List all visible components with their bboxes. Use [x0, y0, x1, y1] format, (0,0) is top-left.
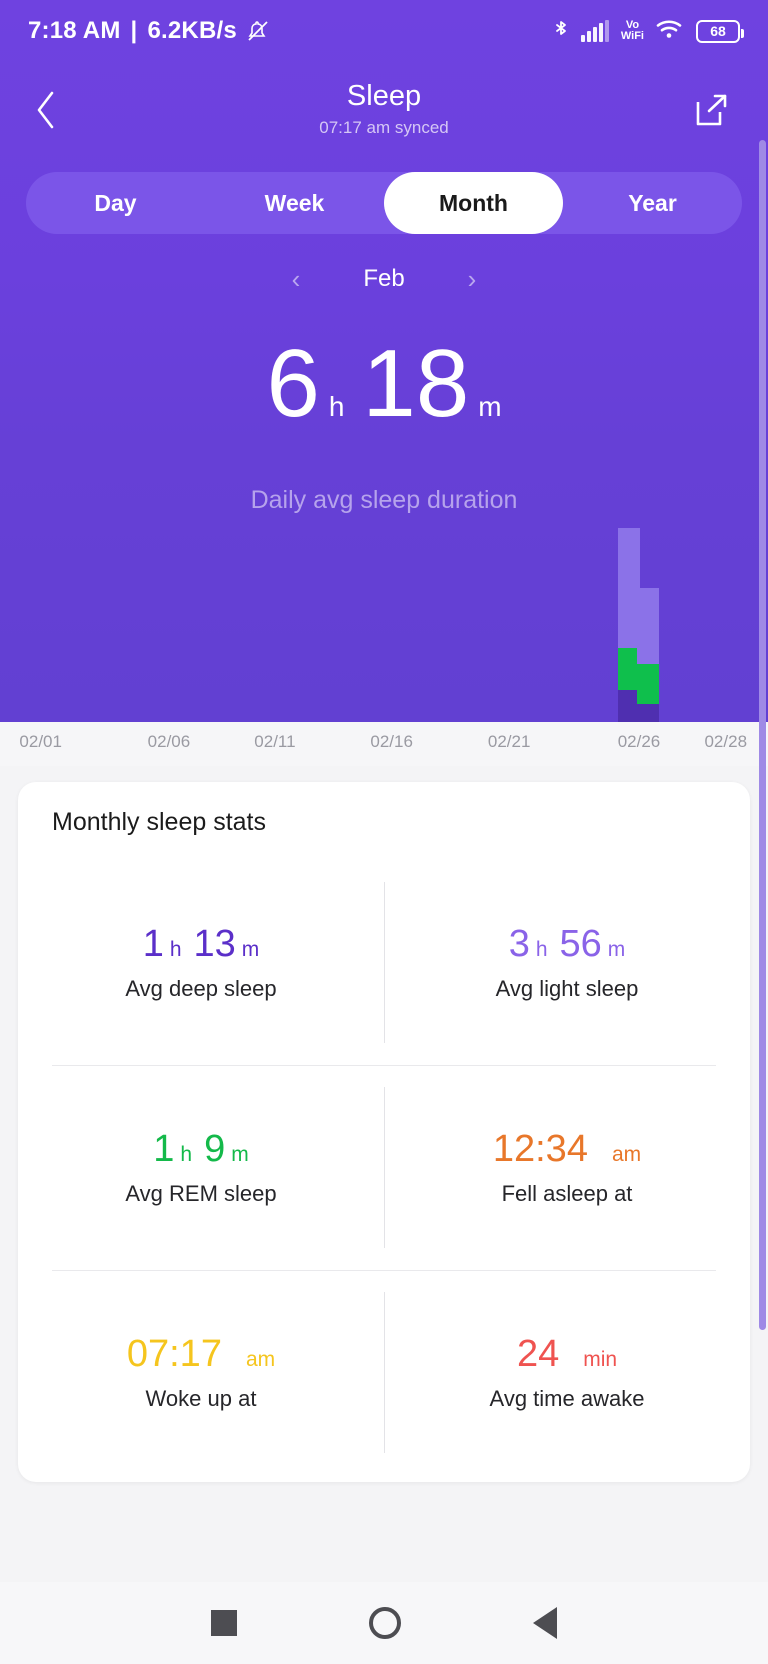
stat-avg-rem-sleep: 1 h 9 m Avg REM sleep	[18, 1065, 384, 1270]
stat-label: Fell asleep at	[501, 1181, 633, 1206]
header-title-group: Sleep 07:17 am synced	[0, 78, 768, 141]
axis-tick-label: 02/16	[370, 732, 413, 751]
stat-label: Avg time awake	[489, 1386, 645, 1411]
square-icon[interactable]	[211, 1610, 237, 1636]
triangle-back-icon[interactable]	[533, 1607, 557, 1639]
android-navigation-bar	[0, 1582, 768, 1664]
avg-sleep-duration-value: 6 h 18 m	[0, 336, 768, 432]
stats-row: 07:17 am Woke up at 24 min Avg time awak…	[18, 1270, 750, 1475]
status-network-speed: 6.2KB/s	[147, 17, 237, 44]
stat-avg-time-awake: 24 min Avg time awake	[384, 1270, 750, 1475]
axis-tick-label: 02/11	[254, 732, 296, 751]
stat-value-number: 07:17	[126, 1333, 222, 1375]
back-button[interactable]	[34, 84, 74, 136]
period-navigator: ‹ Feb ›	[0, 258, 768, 300]
status-separator: |	[130, 17, 138, 44]
cellular-signal-icon	[580, 20, 609, 42]
stats-row: 1 h 9 m Avg REM sleep 12:34 am Fell asle…	[18, 1065, 750, 1270]
avg-sleep-minutes: 18	[362, 330, 470, 437]
circle-icon[interactable]	[369, 1607, 401, 1639]
volte-wifi-icon: Vo WiFi	[621, 20, 644, 42]
battery-indicator: 68	[696, 19, 744, 43]
stat-value: 1 h 9 m	[153, 1128, 248, 1171]
prev-period-button[interactable]: ‹	[286, 266, 306, 292]
status-bar-left: 7:18 AM | 6.2KB/s	[28, 17, 269, 45]
monthly-sleep-stats-card: Monthly sleep stats 1 h 13 m Avg deep sl…	[18, 782, 750, 1482]
chart-bar[interactable]	[637, 588, 660, 722]
stat-value-unit-2: am	[245, 1348, 276, 1371]
sync-status: 07:17 am synced	[319, 118, 449, 137]
stat-fell-asleep-at: 12:34 am Fell asleep at	[384, 1065, 750, 1270]
app-header: Sleep 07:17 am synced	[0, 62, 768, 157]
tab-year[interactable]: Year	[563, 172, 742, 234]
axis-tick-label: 02/06	[147, 732, 191, 751]
stat-value: 07:17 am	[127, 1333, 275, 1376]
wifi-icon	[656, 18, 684, 45]
axis-tick-label: 02/21	[487, 732, 531, 751]
stat-value-number: 1	[153, 1128, 175, 1170]
current-period-label: Feb	[363, 265, 405, 292]
stat-avg-light-sleep: 3 h 56 m Avg light sleep	[384, 860, 750, 1065]
stat-woke-up-at: 07:17 am Woke up at	[18, 1270, 384, 1475]
stat-label: Avg deep sleep	[125, 976, 277, 1001]
share-button[interactable]	[690, 88, 734, 132]
bluetooth-icon	[553, 19, 569, 43]
status-bar-right: Vo WiFi 68	[553, 18, 744, 45]
stat-value-number-2: 13	[193, 923, 236, 965]
stat-value: 3 h 56 m	[509, 923, 626, 966]
stat-value-unit: h	[535, 938, 548, 961]
avg-sleep-minutes-unit: m	[478, 391, 502, 422]
stat-value-unit: h	[180, 1143, 193, 1166]
tab-day[interactable]: Day	[26, 172, 205, 234]
stat-value-unit-2: min	[583, 1348, 618, 1371]
stat-value: 24 min	[517, 1333, 617, 1376]
chart-bar-segment-light	[637, 588, 660, 664]
stat-value-unit-2: am	[611, 1143, 642, 1166]
share-external-icon	[696, 94, 727, 125]
chart-bar-segment-rem	[637, 664, 660, 704]
bell-slash-icon	[247, 19, 269, 43]
volte-label-bottom: WiFi	[620, 30, 644, 42]
stat-value-number-2: 56	[559, 923, 602, 965]
stat-label: Avg light sleep	[495, 976, 639, 1001]
stat-value-number-2: 9	[204, 1128, 226, 1170]
stat-value-unit-2: m	[241, 938, 260, 961]
stat-value-number: 24	[516, 1333, 560, 1375]
stats-row: 1 h 13 m Avg deep sleep 3 h 56 m Avg lig…	[18, 860, 750, 1065]
stat-value-unit-2: m	[231, 1143, 249, 1166]
axis-tick-label: 02/01	[19, 732, 62, 751]
page-title: Sleep	[346, 80, 422, 112]
stat-value: 12:34 am	[493, 1128, 641, 1171]
next-period-button[interactable]: ›	[462, 266, 482, 292]
stats-card-title: Monthly sleep stats	[52, 808, 266, 836]
avg-sleep-hours: 6	[266, 330, 320, 437]
stat-value-unit-2: m	[607, 938, 626, 961]
stat-label: Avg REM sleep	[125, 1181, 277, 1206]
page-scrollbar[interactable]	[759, 140, 766, 1330]
stats-grid: 1 h 13 m Avg deep sleep 3 h 56 m Avg lig…	[18, 860, 750, 1475]
period-tab-bar[interactable]: Day Week Month Year	[26, 172, 742, 234]
tab-week[interactable]: Week	[205, 172, 384, 234]
stat-avg-deep-sleep: 1 h 13 m Avg deep sleep	[18, 860, 384, 1065]
stat-value: 1 h 13 m	[143, 923, 260, 966]
stat-value-number: 12:34	[492, 1128, 588, 1170]
stat-value-number: 3	[508, 923, 530, 965]
chart-bar-segment-deep	[637, 704, 660, 722]
axis-tick-label: 02/26	[617, 732, 661, 751]
status-bar: 7:18 AM | 6.2KB/s Vo WiFi 68	[0, 0, 768, 62]
stat-label: Woke up at	[145, 1386, 257, 1411]
stat-value-unit: h	[169, 938, 182, 961]
battery-level: 68	[710, 23, 726, 39]
axis-tick-label: 02/28	[704, 732, 748, 751]
sleep-hero-panel: 7:18 AM | 6.2KB/s Vo WiFi 68 Sleep 07:17…	[0, 0, 768, 722]
tab-month[interactable]: Month	[384, 172, 563, 234]
chart-x-axis: 02/01 02/06 02/11 02/16 02/21 02/26 02/28	[0, 722, 768, 766]
sleep-bar-chart[interactable]	[0, 510, 768, 722]
stat-value-number: 1	[142, 923, 164, 965]
avg-sleep-hours-unit: h	[328, 391, 345, 422]
status-time: 7:18 AM	[28, 17, 121, 44]
